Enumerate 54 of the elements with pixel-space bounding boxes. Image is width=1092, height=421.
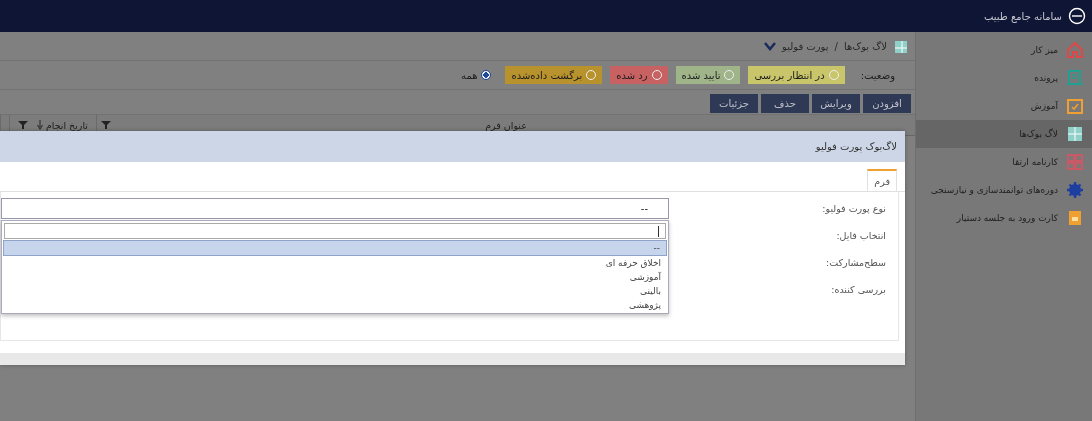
sidebar-item[interactable]: کارت ورود به جلسه دستیار <box>916 204 1092 232</box>
grid-icon <box>1066 153 1084 171</box>
dropdown-option[interactable]: بالینی <box>3 284 667 298</box>
field-label: بررسی کننده: <box>830 284 887 295</box>
app-title: سامانه جامع طبیب <box>983 10 1062 22</box>
field-label: نوع پورت فولیو: <box>821 203 887 214</box>
sidebar-item[interactable]: پرونده <box>916 64 1092 92</box>
status-option[interactable]: در انتظار بررسی <box>748 66 845 84</box>
card-icon <box>1066 209 1084 227</box>
breadcrumb-separator: / <box>834 40 838 52</box>
sidebar-item[interactable]: لاگ بوک‌ها <box>916 120 1092 148</box>
column-header[interactable]: تاریخ انجام <box>36 119 88 131</box>
status-label: وضعیت: <box>860 69 895 81</box>
toolbar-button[interactable]: جزئیات <box>710 93 758 113</box>
option-label: همه <box>461 69 478 81</box>
sort-arrow-icon <box>36 120 43 130</box>
option-label: در انتظار بررسی <box>754 69 825 81</box>
field-label: انتخاب فایل: <box>835 230 887 241</box>
sidebar-item[interactable]: میز کار <box>916 36 1092 64</box>
radio-button[interactable] <box>481 70 492 80</box>
toolbar-button[interactable]: حذف <box>761 93 809 113</box>
house-icon <box>1066 41 1084 59</box>
dropdown-option[interactable]: آموزشی <box>3 270 667 284</box>
toolbar-button[interactable]: ویرایش <box>812 93 860 113</box>
sidebar-item[interactable]: آموزش <box>916 92 1092 120</box>
dropdown-option[interactable]: اخلاق حرفه ای <box>3 256 667 270</box>
field-label: سطح‌مشارکت: <box>825 257 887 268</box>
dialog-title: لاگ‌بوک پورت فولیو <box>815 141 897 152</box>
breadcrumb-link[interactable]: پورت فولیو <box>782 40 829 52</box>
toolbar-button[interactable]: افزودن <box>863 93 911 113</box>
column-header[interactable]: عنوان فرم <box>485 119 527 131</box>
gear-icon <box>1066 181 1084 199</box>
form-tab[interactable]: فرم <box>867 169 897 191</box>
text-cursor <box>658 225 659 237</box>
dropdown-option[interactable]: پژوهشی <box>3 298 667 312</box>
search-field[interactable] <box>4 223 666 239</box>
status-option[interactable]: تایید شده <box>675 66 741 84</box>
status-option[interactable]: برگشت داده‌شده <box>505 66 603 84</box>
select-field[interactable]: -- <box>1 198 669 219</box>
option-label: برگشت داده‌شده <box>511 69 583 81</box>
book-icon <box>893 39 907 53</box>
document-icon <box>1066 69 1084 87</box>
option-label: تایید شده <box>681 69 721 81</box>
status-option[interactable]: رد شده <box>610 66 668 84</box>
option-label: رد شده <box>616 69 648 81</box>
clipboard-icon <box>1066 97 1084 115</box>
logo-icon <box>1068 7 1086 25</box>
sidebar-item[interactable]: دوره‌های توانمندسازی و نیازسنجی <box>916 176 1092 204</box>
chevron-down-icon <box>764 41 776 51</box>
book-icon <box>1066 125 1084 143</box>
sidebar-item[interactable]: کارنامه ارتقا <box>916 148 1092 176</box>
dropdown-option[interactable]: -- <box>3 240 667 256</box>
status-option[interactable]: همه <box>455 66 498 84</box>
breadcrumb-link[interactable]: لاگ بوک‌ها <box>843 40 887 52</box>
